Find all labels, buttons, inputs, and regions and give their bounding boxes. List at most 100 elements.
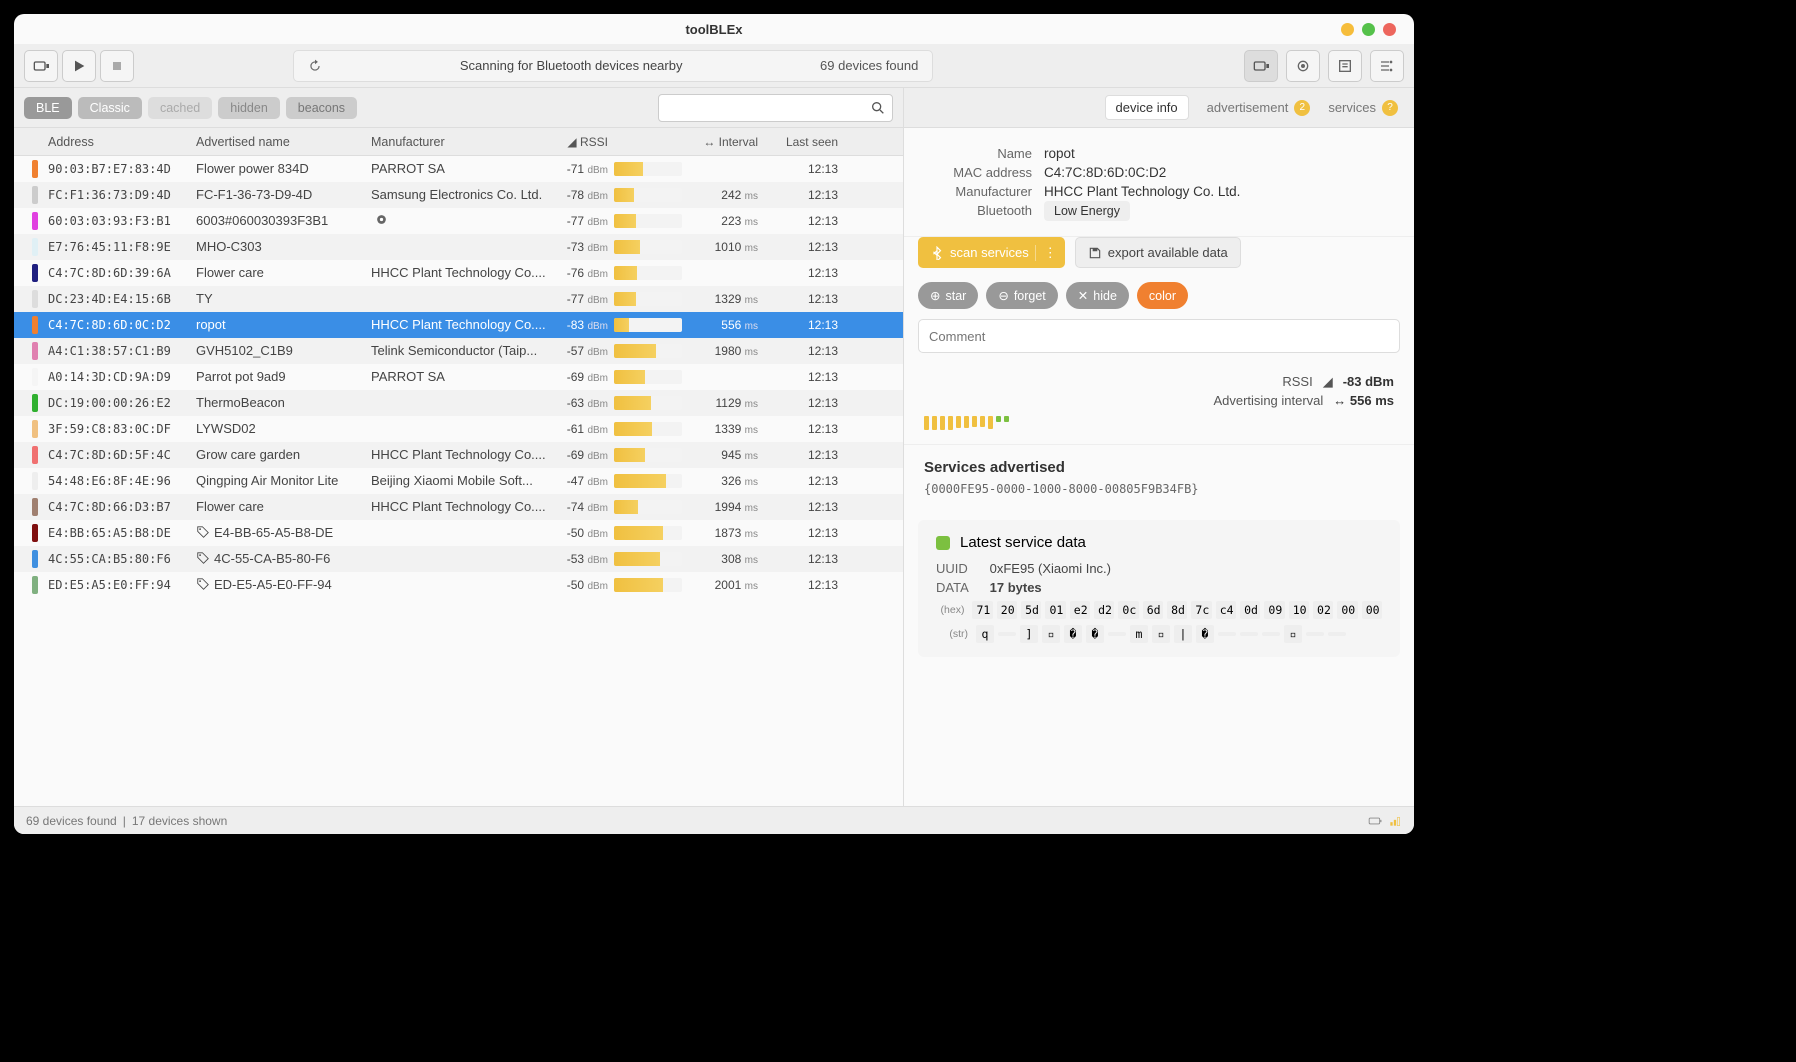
filter-cached[interactable]: cached <box>148 97 212 119</box>
cell-name: Flower care <box>196 265 371 280</box>
table-row[interactable]: 54:48:E6:8F:4E:96Qingping Air Monitor Li… <box>14 468 903 494</box>
table-row[interactable]: E4:BB:65:A5:B8:DEE4-BB-65-A5-B8-DE-50 dB… <box>14 520 903 546</box>
table-header: Address Advertised name Manufacturer ◢ R… <box>14 128 903 156</box>
rssi-value: -83 dBm <box>1343 374 1394 390</box>
table-row[interactable]: ED:E5:A5:E0:FF:94ED-E5-A5-E0-FF-94-50 dB… <box>14 572 903 598</box>
col-rssi[interactable]: ◢ RSSI <box>546 135 608 149</box>
table-row[interactable]: 90:03:B7:E7:83:4DFlower power 834DPARROT… <box>14 156 903 182</box>
device-list-panel: BLE Classic cached hidden beacons Addres… <box>14 88 904 806</box>
table-row[interactable]: C4:7C:8D:66:D3:B7Flower careHHCC Plant T… <box>14 494 903 520</box>
color-indicator <box>32 160 38 178</box>
filter-beacons[interactable]: beacons <box>286 97 357 119</box>
cell-mfr <box>371 213 546 229</box>
cell-name: Grow care garden <box>196 447 371 462</box>
play-button[interactable] <box>62 50 96 82</box>
star-button[interactable]: ⊕star <box>918 282 978 309</box>
filter-hidden[interactable]: hidden <box>218 97 280 119</box>
table-row[interactable]: 4C:55:CA:B5:80:F64C-55-CA-B5-80-F6-53 dB… <box>14 546 903 572</box>
str-byte <box>1218 632 1236 636</box>
export-button[interactable]: export available data <box>1075 237 1241 268</box>
cell-address: E7:76:45:11:F8:9E <box>48 240 196 254</box>
cell-mfr: HHCC Plant Technology Co.... <box>371 317 546 332</box>
status-found: 69 devices found <box>26 814 117 828</box>
minimize-button[interactable] <box>1341 23 1354 36</box>
cell-mfr: PARROT SA <box>371 161 546 176</box>
search-input[interactable] <box>665 100 870 115</box>
detail-tabs: device info advertisement2 services? <box>904 88 1414 128</box>
cell-seen: 12:13 <box>778 292 838 306</box>
table-row[interactable]: DC:19:00:00:26:E2ThermoBeacon-63 dBm1129… <box>14 390 903 416</box>
color-indicator <box>32 446 38 464</box>
cell-name: TY <box>196 291 371 306</box>
cell-mfr: Beijing Xiaomi Mobile Soft... <box>371 473 546 488</box>
col-interval[interactable]: ↔ Interval <box>688 135 778 149</box>
cell-name: 6003#060030393F3B1 <box>196 213 371 228</box>
tab-services[interactable]: services? <box>1328 100 1398 116</box>
view-log-button[interactable] <box>1328 50 1362 82</box>
view-broadcast-button[interactable] <box>1286 50 1320 82</box>
color-button[interactable]: color <box>1137 282 1188 309</box>
filter-classic[interactable]: Classic <box>78 97 142 119</box>
str-byte: ▫ <box>1284 625 1302 643</box>
hex-byte: 0d <box>1240 601 1260 619</box>
cell-interval: 556 ms <box>688 318 778 332</box>
forget-button[interactable]: ⊖forget <box>986 282 1057 309</box>
cell-name: Qingping Air Monitor Lite <box>196 473 371 488</box>
table-row[interactable]: FC:F1:36:73:D9:4DFC-F1-36-73-D9-4DSamsun… <box>14 182 903 208</box>
square-icon <box>936 536 950 550</box>
table-row[interactable]: A0:14:3D:CD:9A:D9Parrot pot 9ad9PARROT S… <box>14 364 903 390</box>
col-address[interactable]: Address <box>48 135 196 149</box>
col-mfr[interactable]: Manufacturer <box>371 135 546 149</box>
cell-seen: 12:13 <box>778 214 838 228</box>
view-devices-button[interactable] <box>1244 50 1278 82</box>
battery-icon <box>1368 814 1382 828</box>
filter-ble[interactable]: BLE <box>24 97 72 119</box>
cell-interval: 1339 ms <box>688 422 778 436</box>
table-row[interactable]: C4:7C:8D:6D:0C:D2ropotHHCC Plant Technol… <box>14 312 903 338</box>
table-row[interactable]: DC:23:4D:E4:15:6BTY-77 dBm1329 ms12:13 <box>14 286 903 312</box>
table-row[interactable]: 60:03:03:93:F3:B16003#060030393F3B1-77 d… <box>14 208 903 234</box>
cell-rssi: -83 dBm <box>546 318 608 332</box>
status-bar: 69 devices found | 17 devices shown <box>14 806 1414 834</box>
table-row[interactable]: E7:76:45:11:F8:9EMHO-C303-73 dBm1010 ms1… <box>14 234 903 260</box>
col-seen[interactable]: Last seen <box>778 135 838 149</box>
maximize-button[interactable] <box>1362 23 1375 36</box>
str-byte <box>1306 632 1324 636</box>
tag-icon <box>196 577 210 591</box>
stop-button[interactable] <box>100 50 134 82</box>
action-buttons: scan services ⋮ export available data <box>904 237 1414 282</box>
str-byte: ] <box>1020 625 1038 643</box>
settings-button[interactable] <box>1370 50 1404 82</box>
cell-name: ED-E5-A5-E0-FF-94 <box>196 577 371 592</box>
tab-device-info[interactable]: device info <box>1105 95 1189 120</box>
adapter-button[interactable] <box>24 50 58 82</box>
services-section: Services advertised {0000FE95-0000-1000-… <box>904 445 1414 510</box>
tab-advertisement[interactable]: advertisement2 <box>1207 100 1311 116</box>
table-row[interactable]: A4:C1:38:57:C1:B9GVH5102_C1B9Telink Semi… <box>14 338 903 364</box>
close-button[interactable] <box>1383 23 1396 36</box>
table-row[interactable]: 3F:59:C8:83:0C:DFLYWSD02-61 dBm1339 ms12… <box>14 416 903 442</box>
col-name[interactable]: Advertised name <box>196 135 371 149</box>
table-row[interactable]: C4:7C:8D:6D:5F:4CGrow care gardenHHCC Pl… <box>14 442 903 468</box>
scan-services-button[interactable]: scan services ⋮ <box>918 237 1065 268</box>
table-row[interactable]: C4:7C:8D:6D:39:6AFlower careHHCC Plant T… <box>14 260 903 286</box>
color-indicator <box>32 342 38 360</box>
comment-input[interactable] <box>918 319 1400 353</box>
cell-seen: 12:13 <box>778 370 838 384</box>
cell-interval: 1129 ms <box>688 396 778 410</box>
hex-byte: 09 <box>1264 601 1284 619</box>
cell-name: ThermoBeacon <box>196 395 371 410</box>
color-indicator <box>32 264 38 282</box>
services-title: Services advertised <box>924 459 1394 476</box>
hide-button[interactable]: ✕hide <box>1066 282 1129 309</box>
color-indicator <box>32 212 38 230</box>
cell-mfr: PARROT SA <box>371 369 546 384</box>
cell-interval: 308 ms <box>688 552 778 566</box>
search-box[interactable] <box>658 94 893 122</box>
cell-name: LYWSD02 <box>196 421 371 436</box>
cell-interval: 1329 ms <box>688 292 778 306</box>
str-byte: ▫ <box>1152 625 1170 643</box>
cell-rssi: -71 dBm <box>546 162 608 176</box>
cell-seen: 12:13 <box>778 526 838 540</box>
color-indicator <box>32 420 38 438</box>
